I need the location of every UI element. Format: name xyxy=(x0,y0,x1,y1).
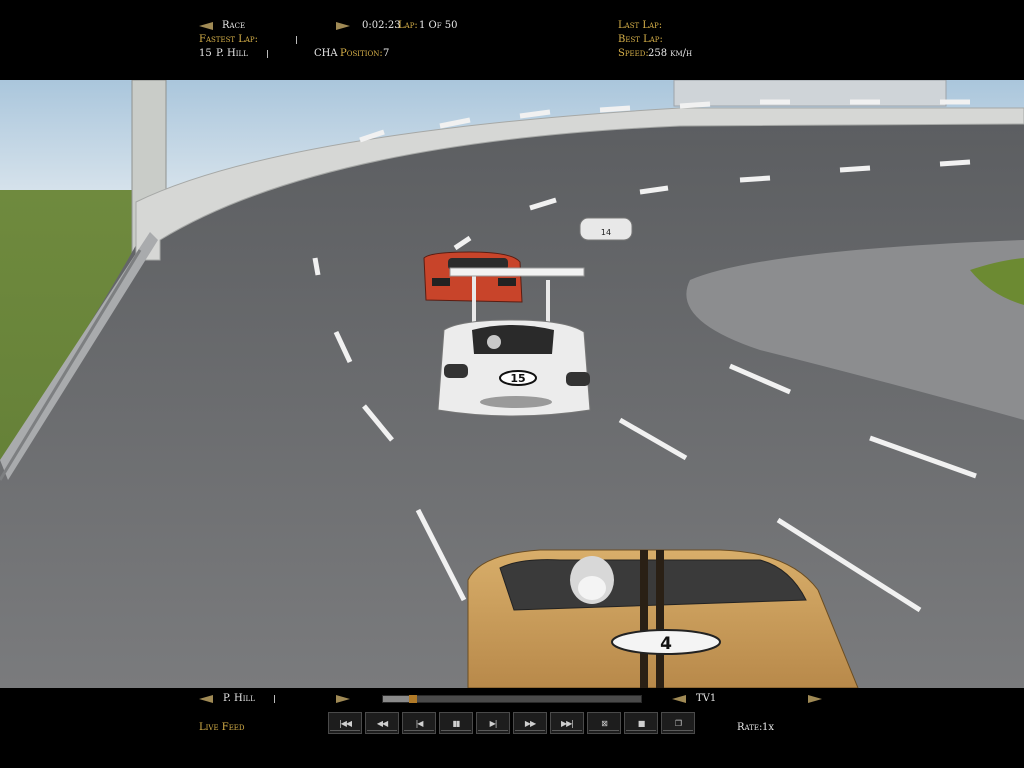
distant-car-number: 14 xyxy=(601,228,611,237)
top-hud: Race 0:02:23 Lap: 1 Of 50 Fastest Lap: 1… xyxy=(0,0,1024,80)
pause-button[interactable]: ▮▮ xyxy=(439,712,473,734)
team-code: CHA xyxy=(314,48,338,59)
skip-to-start-button[interactable]: |◀◀ xyxy=(328,712,362,734)
driver-number: 15 xyxy=(199,48,212,59)
stop-button[interactable]: ■ xyxy=(624,712,658,734)
driver-next-arrow-icon[interactable] xyxy=(336,695,350,703)
bottom-hud: P. Hill TV1 Live Feed |◀◀ ◀◀ |◀ ▮▮ ▶| ▶▶ ▶▶| ⊠ ■… xyxy=(0,688,1024,768)
lap-label: Lap: xyxy=(398,20,418,31)
camera-prev-arrow-icon[interactable] xyxy=(672,695,686,703)
race-time: 0:02:23 xyxy=(362,20,401,31)
skip-to-end-button[interactable]: ▶▶| xyxy=(550,712,584,734)
driver-prev-arrow-icon[interactable] xyxy=(199,695,213,703)
position-value: 7 xyxy=(383,48,390,59)
rate-label: Rate: xyxy=(737,722,763,733)
grandstand xyxy=(673,80,947,107)
position-label: Position: xyxy=(340,48,383,59)
step-back-button[interactable]: |◀ xyxy=(402,712,436,734)
toggle-view-button[interactable]: ⊠ xyxy=(587,712,621,734)
race-scene: 14 15 4 xyxy=(0,80,1024,688)
last-lap-label: Last Lap: xyxy=(618,20,663,31)
best-lap-label: Best Lap: xyxy=(618,34,663,45)
camera-name: TV1 xyxy=(696,693,717,704)
replay-progress-fill xyxy=(383,696,412,702)
step-forward-button[interactable]: ▶| xyxy=(476,712,510,734)
rate-value[interactable]: 1x xyxy=(762,722,774,734)
driver-divider xyxy=(267,50,268,58)
fastest-lap-label: Fastest Lap: xyxy=(199,34,258,45)
live-feed-label[interactable]: Live Feed xyxy=(199,722,245,734)
replay-progress-bar[interactable] xyxy=(382,695,642,703)
session-prev-arrow-icon[interactable] xyxy=(199,22,213,30)
race-viewport: 14 15 4 xyxy=(0,80,1024,688)
speed-label: Speed: xyxy=(618,48,649,59)
rival-car-distant: 14 xyxy=(579,217,633,241)
player-car-number: 4 xyxy=(660,634,672,654)
fast-forward-button[interactable]: ▶▶ xyxy=(513,712,547,734)
driver-name: P. Hill xyxy=(216,48,248,59)
replay-driver-divider xyxy=(274,695,275,703)
front-car-number: 15 xyxy=(510,372,525,385)
rewind-button[interactable]: ◀◀ xyxy=(365,712,399,734)
lap-value: 1 Of 50 xyxy=(419,20,458,31)
speed-value: 258 km/h xyxy=(648,48,693,59)
session-next-arrow-icon[interactable] xyxy=(336,22,350,30)
session-label: Race xyxy=(222,20,246,31)
replay-driver-name: P. Hill xyxy=(223,693,255,704)
replay-progress-handle[interactable] xyxy=(409,695,418,703)
fastest-lap-value-divider xyxy=(296,36,297,44)
camera-next-arrow-icon[interactable] xyxy=(808,695,822,703)
copy-button[interactable]: ❐ xyxy=(661,712,695,734)
